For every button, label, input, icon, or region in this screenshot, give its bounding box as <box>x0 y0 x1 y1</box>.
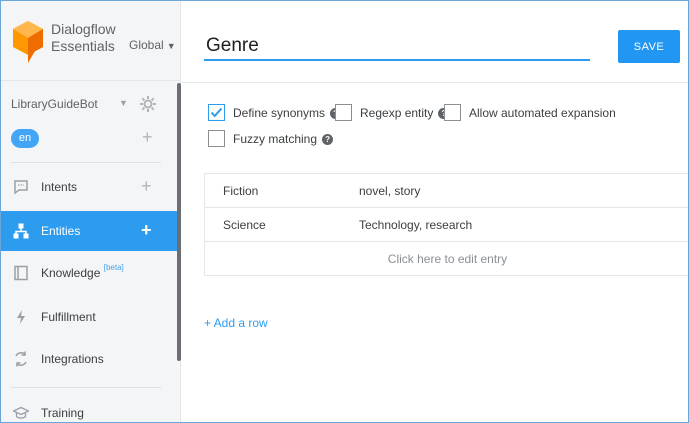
sidebar-item-label: Integrations <box>41 352 104 366</box>
help-icon[interactable]: ? <box>322 134 334 146</box>
sidebar-divider <box>11 387 161 388</box>
table-row[interactable]: Science Technology, research <box>205 208 688 242</box>
add-language-plus-icon[interactable]: + <box>142 127 153 148</box>
sidebar-item-label: Knowledge <box>41 266 101 280</box>
entry-value[interactable]: Science <box>223 218 266 232</box>
entries-table: Fiction novel, story Science Technology,… <box>204 173 688 276</box>
automated-expansion-checkbox[interactable] <box>444 104 461 121</box>
brand-line-1: Dialogflow <box>51 21 116 37</box>
sidebar-item-label: Entities <box>41 224 81 238</box>
regexp-entity-label-group: Regexp entity? <box>360 106 450 120</box>
sidebar-item-fulfillment[interactable]: Fulfillment <box>1 297 179 337</box>
sidebar-divider <box>11 162 161 163</box>
beta-badge: [beta] <box>103 263 124 272</box>
sidebar-item-integrations[interactable]: Integrations <box>1 339 179 379</box>
sidebar-item-label: Fulfillment <box>41 310 96 324</box>
checkmark-icon <box>210 107 223 118</box>
save-button[interactable]: SAVE <box>618 30 680 63</box>
brand-name: Dialogflow Essentials <box>51 21 116 55</box>
table-row[interactable]: Fiction novel, story <box>205 174 688 208</box>
sidebar-item-entities[interactable]: Entities + <box>1 211 179 251</box>
sidebar-item-intents[interactable]: Intents + <box>1 167 179 207</box>
region-selector[interactable]: Global ▼ <box>129 38 176 52</box>
sidebar-item-training[interactable]: Training <box>1 393 179 422</box>
edit-entry-row[interactable]: Click here to edit entry <box>205 242 688 276</box>
dialogflow-logo-icon <box>13 21 43 63</box>
entity-name-input[interactable] <box>204 33 590 61</box>
automated-expansion-label: Allow automated expansion <box>469 106 616 120</box>
main-panel: SAVE Define synonyms? Regexp entity? All… <box>182 1 688 422</box>
region-label: Global <box>129 38 164 52</box>
fuzzy-matching-label-group: Fuzzy matching? <box>233 132 334 146</box>
entry-synonyms[interactable]: Technology, research <box>359 218 472 232</box>
define-synonyms-checkbox[interactable] <box>208 104 225 121</box>
entities-icon <box>13 223 29 239</box>
add-entity-plus-icon[interactable]: + <box>141 220 152 241</box>
training-icon <box>13 406 29 419</box>
language-row: en + <box>11 127 161 149</box>
app-window: Dialogflow Essentials Global ▼ LibraryGui… <box>0 0 689 423</box>
regexp-entity-checkbox[interactable] <box>335 104 352 121</box>
sidebar-item-knowledge-label: Knowledge [beta] <box>41 263 124 280</box>
sidebar: Dialogflow Essentials Global ▼ LibraryGui… <box>1 1 181 422</box>
brand-line-2: Essentials <box>51 38 115 54</box>
gear-icon[interactable] <box>139 95 157 113</box>
entry-synonyms[interactable]: novel, story <box>359 184 420 198</box>
knowledge-icon <box>14 265 28 281</box>
regexp-entity-label: Regexp entity <box>360 106 434 120</box>
chevron-down-icon[interactable]: ▼ <box>119 98 128 108</box>
define-synonyms-label-group: Define synonyms? <box>233 106 342 120</box>
fulfillment-icon <box>17 310 25 324</box>
define-synonyms-label: Define synonyms <box>233 106 326 120</box>
language-pill[interactable]: en <box>11 129 39 148</box>
integrations-icon <box>15 351 27 367</box>
sidebar-scrollbar[interactable] <box>177 83 181 361</box>
add-row-link[interactable]: + Add a row <box>204 316 268 330</box>
sidebar-item-label: Training <box>41 406 84 420</box>
chevron-down-icon: ▼ <box>166 41 176 51</box>
agent-selector[interactable]: LibraryGuideBot ▼ <box>11 95 161 115</box>
entity-header: SAVE <box>182 1 688 83</box>
brand-header: Dialogflow Essentials Global ▼ <box>1 1 181 81</box>
sidebar-item-knowledge[interactable]: Knowledge [beta] <box>1 253 179 293</box>
edit-entry-label: Click here to edit entry <box>387 252 508 266</box>
entry-value[interactable]: Fiction <box>223 184 258 198</box>
intents-icon <box>14 180 28 195</box>
sidebar-item-label: Intents <box>41 180 78 194</box>
add-intent-plus-icon[interactable]: + <box>141 176 152 197</box>
fuzzy-matching-label: Fuzzy matching <box>233 132 318 146</box>
fuzzy-matching-checkbox[interactable] <box>208 130 225 147</box>
agent-name: LibraryGuideBot <box>11 97 98 111</box>
